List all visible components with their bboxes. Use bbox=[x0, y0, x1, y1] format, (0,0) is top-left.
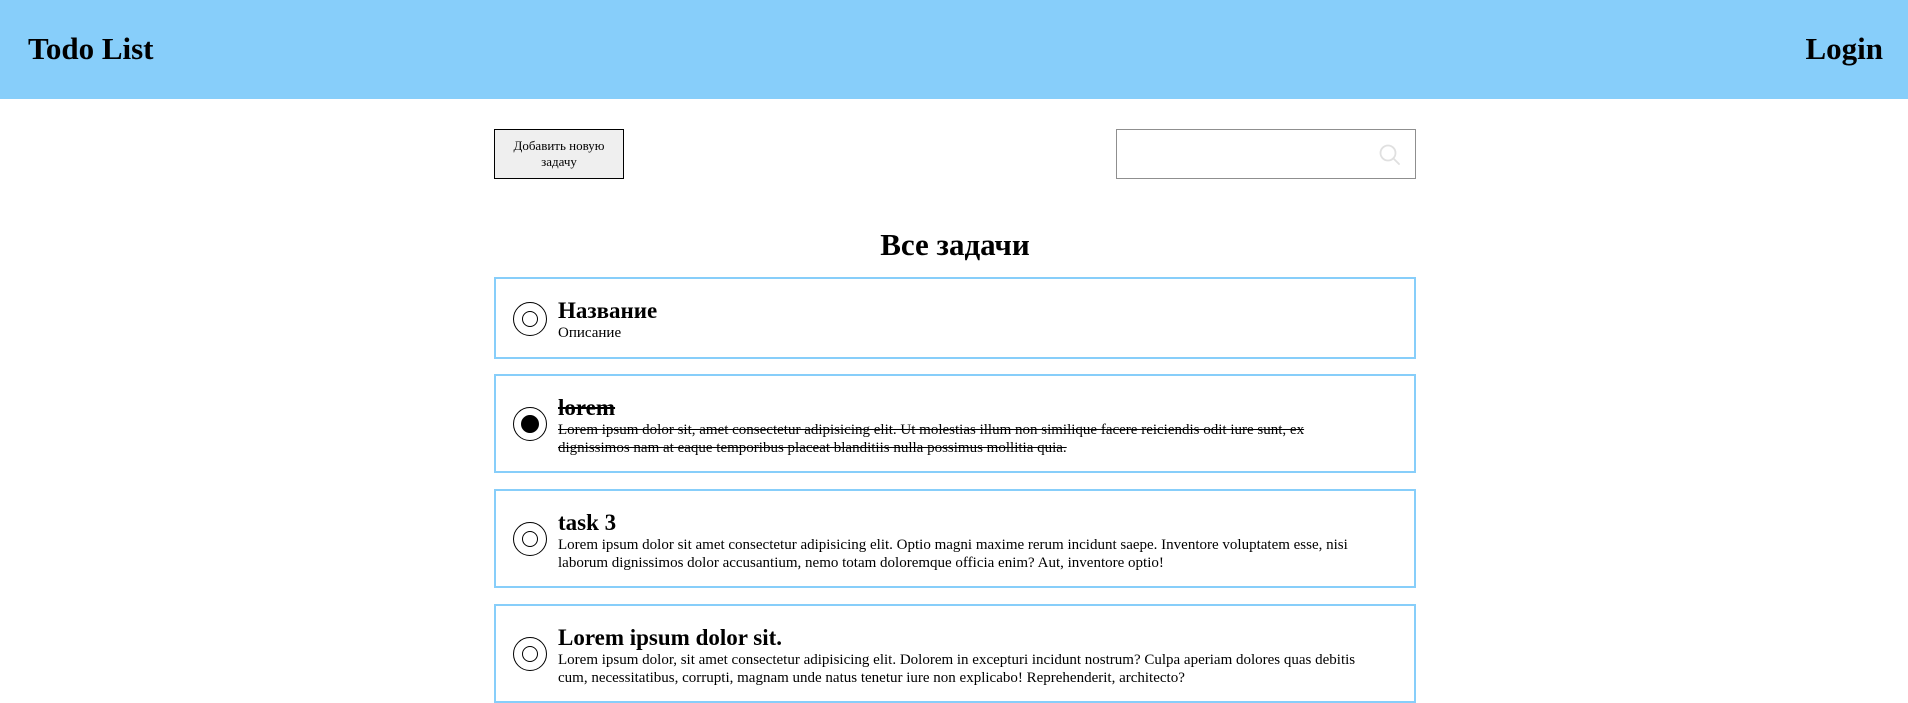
task-title: Название bbox=[558, 298, 658, 323]
app-title: Todo List bbox=[28, 31, 154, 66]
task-title: task 3 bbox=[558, 510, 617, 535]
login-link[interactable]: Login bbox=[1805, 31, 1883, 67]
task-complete-toggle[interactable] bbox=[513, 302, 547, 336]
task-card: Название Описание bbox=[494, 277, 1416, 359]
radio-indicator-icon bbox=[522, 531, 538, 547]
task-complete-toggle[interactable] bbox=[513, 407, 547, 441]
radio-indicator-icon bbox=[522, 311, 538, 327]
task-description: Lorem ipsum dolor, sit amet consectetur … bbox=[558, 652, 1356, 686]
radio-indicator-icon bbox=[522, 646, 538, 662]
search-input[interactable] bbox=[1119, 132, 1369, 176]
task-card: Lorem ipsum dolor sit. Lorem ipsum dolor… bbox=[494, 604, 1416, 703]
search-box bbox=[1116, 129, 1416, 179]
header-bar: Todo List Login bbox=[0, 0, 1908, 99]
search-icon[interactable] bbox=[1379, 144, 1401, 166]
task-complete-toggle[interactable] bbox=[513, 637, 547, 671]
add-task-button[interactable]: Добавить новую задачу bbox=[494, 129, 624, 179]
task-description: Lorem ipsum dolor sit, amet consectetur … bbox=[558, 422, 1305, 456]
task-title: Lorem ipsum dolor sit. bbox=[558, 625, 783, 650]
task-description: Lorem ipsum dolor sit amet consectetur a… bbox=[558, 537, 1348, 571]
task-title: lorem bbox=[558, 395, 616, 420]
task-card: lorem Lorem ipsum dolor sit, amet consec… bbox=[494, 374, 1416, 473]
radio-indicator-icon bbox=[521, 415, 539, 433]
task-card: task 3 Lorem ipsum dolor sit amet consec… bbox=[494, 489, 1416, 588]
task-complete-toggle[interactable] bbox=[513, 522, 547, 556]
section-title: Все задачи bbox=[880, 227, 1030, 262]
task-description: Описание bbox=[558, 325, 622, 341]
